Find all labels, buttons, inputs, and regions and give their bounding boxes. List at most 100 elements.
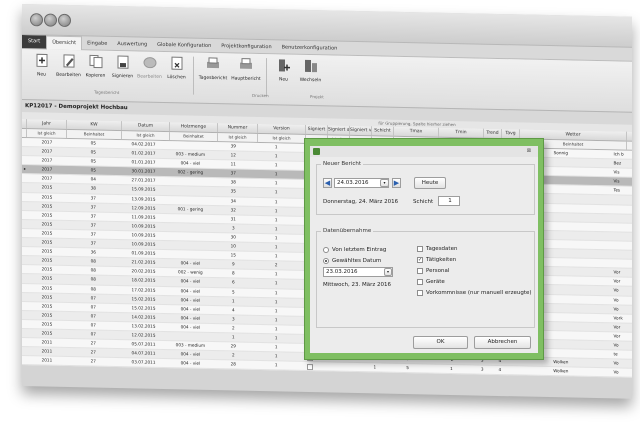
print-daily-report-button[interactable]: Tagesbericht [198, 57, 228, 82]
cell-jahr: 2015 [41, 275, 53, 282]
new-project-button[interactable]: Neu [271, 58, 296, 83]
cell-nr: 35 [230, 188, 236, 194]
cell-jahr: 2017 [41, 148, 53, 154]
cell-ver: 1 [274, 298, 278, 304]
cell-bemerkung: Vo [613, 360, 619, 366]
copy-report-button[interactable]: Kopieren [83, 54, 108, 79]
cell-jahr: 2017 [41, 166, 53, 172]
shift-spinner[interactable]: 1 [438, 196, 460, 206]
filter-jahr[interactable]: Ist gleich [27, 129, 67, 138]
cell-bemerkung [613, 223, 633, 232]
cell-ver: 1 [274, 153, 278, 159]
checkbox-vorkommnisse[interactable] [417, 290, 423, 296]
next-day-button[interactable]: ▶ [392, 178, 401, 188]
cancel-button[interactable]: Abbrechen [474, 336, 531, 349]
cell-ver: 1 [274, 171, 278, 177]
data-transfer-section: Datenübernahme [316, 228, 535, 328]
col-kw[interactable]: KW [67, 119, 122, 131]
cell-kw: 07 [90, 295, 96, 301]
cell-jahr: 2017 [41, 175, 53, 182]
checkbox-geraete[interactable] [417, 279, 423, 285]
edit-alt-icon [143, 56, 157, 70]
col-signiert-am[interactable]: Signiert a... [328, 125, 350, 135]
col-trend[interactable]: Trend [484, 128, 502, 139]
cell-nr: 39 [230, 143, 236, 149]
cell-datum: 11.09.2015 [131, 214, 156, 220]
cell-holz: 004 - viel [180, 260, 201, 266]
cell-holz [166, 241, 213, 250]
close-icon[interactable]: ⊠ [527, 148, 531, 154]
tab-start[interactable]: Start [22, 35, 47, 49]
delete-report-button[interactable]: Löschen [164, 56, 189, 81]
col-tmax[interactable]: Tmax [394, 126, 439, 137]
cell-jahr: 2015 [41, 230, 53, 236]
minimize-window-button[interactable] [44, 13, 57, 27]
print-icon [206, 57, 220, 71]
tab-uebersicht[interactable]: Übersicht [46, 35, 83, 50]
cell-datum: 27.01.2017 [131, 177, 156, 184]
col-version[interactable]: Version [258, 123, 306, 134]
cell-ver: 1 [274, 207, 278, 214]
cell-ver: 1 [274, 198, 278, 204]
tab-benutzerkonfiguration[interactable]: Benutzerkonfiguration [277, 44, 343, 51]
cell-ver: 1 [274, 280, 278, 286]
checkbox-taetigkeiten[interactable]: ✓ [417, 257, 423, 263]
new-report-button[interactable]: Neu [29, 53, 54, 78]
cell-bemerkung: Vor [613, 324, 621, 330]
filter-version[interactable]: Ist gleich [258, 133, 306, 143]
checkbox-personal[interactable] [417, 268, 423, 274]
tab-globale-konfiguration[interactable]: Globale Konfiguration [152, 41, 216, 48]
sign-report-button[interactable]: Signieren [110, 55, 135, 80]
edit-alt-button[interactable]: Bearbeiten [137, 55, 162, 80]
print-main-report-button[interactable]: Hauptbericht [230, 57, 262, 82]
cell-bemerkung: Vo [613, 342, 619, 348]
cell-kw: 07 [90, 313, 96, 319]
col-signiert-von[interactable]: Signiert v... [350, 125, 372, 136]
today-button[interactable]: Heute [414, 177, 446, 189]
col-signiert[interactable]: Signiert [306, 124, 328, 135]
cell-datum: 04.07.2011 [131, 350, 156, 356]
cell-jahr: 2011 [41, 357, 53, 363]
col-schicht[interactable]: Schicht [372, 126, 394, 136]
col-datum[interactable]: Datum [122, 121, 170, 132]
cell-datum: 15.02.2015 [131, 304, 156, 311]
selected-date-field[interactable]: 23.03.2016 [323, 267, 393, 277]
cell-schicht: 1 [373, 364, 377, 370]
col-nummer[interactable]: Nummer [218, 123, 258, 133]
tab-projektkonfiguration[interactable]: Projektkonfiguration [216, 43, 276, 50]
col-jahr[interactable]: Jahr [27, 119, 67, 129]
switch-project-button[interactable]: Wechseln [298, 59, 323, 84]
filter-datum[interactable]: Ist gleich [122, 131, 170, 141]
radio-last-entry[interactable] [323, 247, 329, 253]
col-holzmenge[interactable]: Holzmenge [170, 122, 218, 133]
maximize-window-button[interactable] [58, 13, 71, 28]
cell-empty [342, 363, 363, 372]
group-label-projekt: Projekt [310, 94, 324, 100]
tab-auswertung[interactable]: Auswertung [112, 40, 152, 47]
cell-ver: 2 [274, 262, 278, 268]
project-new-icon [277, 58, 291, 72]
col-tmin[interactable]: Tmin [439, 127, 484, 138]
group-label-tagesbericht: Tagesbericht [94, 89, 120, 96]
edit-report-button[interactable]: Bearbeiten [56, 54, 81, 79]
close-window-button[interactable] [30, 13, 43, 27]
signed-checkbox-icon[interactable] [307, 364, 314, 371]
prev-day-button[interactable]: ◀ [323, 178, 332, 188]
cell-jahr: 2015 [41, 312, 53, 318]
cell-jahr: 2011 [41, 348, 53, 354]
selected-date-dropdown-button[interactable]: ▾ [384, 268, 392, 276]
cell-nr: 1 [231, 297, 235, 304]
new-report-dialog: ⊠ Neuer Bericht ◀ 24.03.2016 ▾ ▶ Heute D… [304, 138, 544, 360]
cell-bemerkung: Vo [613, 369, 619, 375]
filter-holzmenge[interactable]: Beinhaltet [170, 132, 218, 142]
filter-kw[interactable]: Beinhaltet [67, 129, 122, 140]
ok-button[interactable]: OK [413, 336, 468, 349]
cell-nr: 30 [230, 234, 236, 240]
tab-eingabe[interactable]: Eingabe [82, 40, 112, 47]
radio-selected-date[interactable] [323, 258, 329, 264]
cell-nr: 11 [230, 161, 236, 167]
date-dropdown-button[interactable]: ▾ [380, 179, 389, 187]
data-transfer-legend: Datenübernahme [323, 228, 372, 234]
checkbox-tagesdaten[interactable] [417, 246, 423, 252]
filter-nummer[interactable]: Ist gleich [218, 133, 258, 142]
